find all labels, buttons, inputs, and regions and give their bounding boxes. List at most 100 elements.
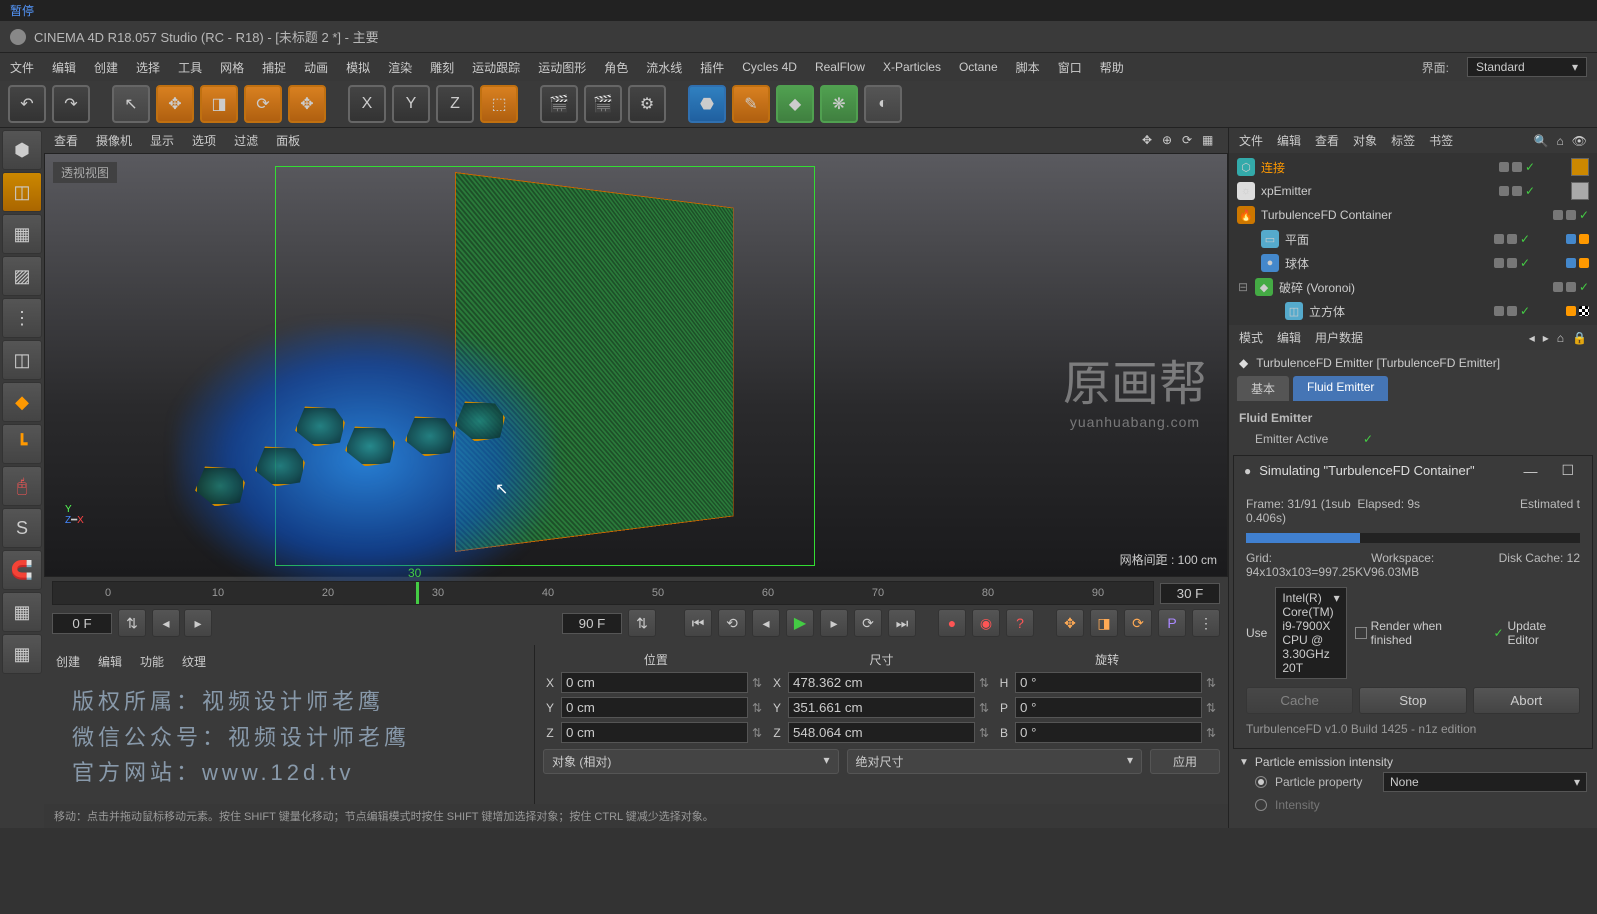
record-button[interactable]: ● — [938, 609, 966, 637]
key-pos-button[interactable]: ✥ — [1056, 609, 1084, 637]
loop-button[interactable]: ⟲ — [718, 609, 746, 637]
menu-motiontrack[interactable]: 运动跟踪 — [472, 59, 520, 76]
obj-sphere[interactable]: ● 球体 ✓ — [1237, 251, 1589, 275]
cache-button[interactable]: Cache — [1246, 687, 1353, 714]
edges-mode-button[interactable]: ◫ — [2, 340, 42, 380]
menu-mesh[interactable]: 网格 — [220, 59, 244, 76]
obj-voronoi[interactable]: ⊟ ◆ 破碎 (Voronoi) ✓ — [1237, 275, 1589, 299]
loop2-button[interactable]: ⟳ — [854, 609, 882, 637]
om-tab-tags[interactable]: 标签 — [1391, 132, 1415, 149]
playhead[interactable] — [416, 582, 419, 604]
menu-sculpt[interactable]: 雕刻 — [430, 59, 454, 76]
menu-tools[interactable]: 工具 — [178, 59, 202, 76]
particle-property-dropdown[interactable]: None▾ — [1383, 772, 1587, 792]
menu-mograph[interactable]: 运动图形 — [538, 59, 586, 76]
last-tool[interactable]: ✥ — [288, 85, 326, 123]
collapse-icon[interactable]: ⊟ — [1237, 280, 1249, 294]
attr-tab-edit[interactable]: 编辑 — [1277, 329, 1301, 346]
tag-icon[interactable] — [1579, 258, 1589, 268]
render-pv-button[interactable]: 🎬 — [584, 85, 622, 123]
range-spin2-icon[interactable]: ⇅ — [628, 609, 656, 637]
tag-icon[interactable] — [1566, 258, 1576, 268]
om-tab-file[interactable]: 文件 — [1239, 132, 1263, 149]
minimize-button[interactable]: — — [1515, 463, 1545, 479]
update-editor-checkbox[interactable]: ✓ — [1493, 626, 1503, 640]
tag-icon[interactable] — [1571, 182, 1589, 200]
apply-button[interactable]: 应用 — [1150, 749, 1220, 774]
menu-character[interactable]: 角色 — [604, 59, 628, 76]
menu-create[interactable]: 创建 — [94, 59, 118, 76]
key-rot-button[interactable]: ⟳ — [1124, 609, 1152, 637]
make-editable-button[interactable]: ⬢ — [2, 130, 42, 170]
size-x-input[interactable] — [788, 672, 975, 693]
axis-y-button[interactable]: Y — [392, 85, 430, 123]
pos-y-input[interactable] — [561, 697, 748, 718]
abort-button[interactable]: Abort — [1473, 687, 1580, 714]
range-spin-icon[interactable]: ⇅ — [118, 609, 146, 637]
tag-icon[interactable] — [1571, 158, 1589, 176]
menu-render[interactable]: 渲染 — [388, 59, 412, 76]
rotate-tool[interactable]: ⟳ — [244, 85, 282, 123]
home-icon[interactable]: ⌂ — [1557, 134, 1564, 148]
lock-icon[interactable]: 🔒 — [1572, 331, 1587, 345]
range-end-input[interactable] — [562, 613, 622, 634]
menu-edit[interactable]: 编辑 — [52, 59, 76, 76]
move-tool[interactable]: ✥ — [156, 85, 194, 123]
menu-plugins[interactable]: 插件 — [700, 59, 724, 76]
om-tab-view[interactable]: 查看 — [1315, 132, 1339, 149]
tweak-mode-button[interactable]: 🖰 — [2, 466, 42, 506]
workplane-button[interactable]: ▨ — [2, 256, 42, 296]
obj-xpemitter[interactable]: ☼ xpEmitter ✓ — [1237, 179, 1589, 203]
key-scale-button[interactable]: ◨ — [1090, 609, 1118, 637]
tag-icon[interactable] — [1579, 234, 1589, 244]
mat-tab-function[interactable]: 功能 — [140, 653, 164, 670]
menu-help[interactable]: 帮助 — [1100, 59, 1124, 76]
view-menu-camera[interactable]: 摄像机 — [96, 132, 132, 149]
view-nav-icon[interactable]: ✥ — [1142, 133, 1158, 149]
om-tab-edit[interactable]: 编辑 — [1277, 132, 1301, 149]
magnet-button[interactable]: 🧲 — [2, 550, 42, 590]
eye-icon[interactable]: 👁 — [1572, 134, 1587, 148]
intensity-radio[interactable] — [1255, 799, 1267, 811]
rot-b-input[interactable] — [1015, 722, 1202, 743]
scale-tool[interactable]: ◨ — [200, 85, 238, 123]
menu-animate[interactable]: 动画 — [304, 59, 328, 76]
select-tool[interactable]: ↖ — [112, 85, 150, 123]
om-tab-bookmarks[interactable]: 书签 — [1429, 132, 1453, 149]
next-frame-button[interactable]: ▸ — [820, 609, 848, 637]
axis-x-button[interactable]: X — [348, 85, 386, 123]
spline-button[interactable]: ✎ — [732, 85, 770, 123]
polygons-mode-button[interactable]: ◆ — [2, 382, 42, 422]
rot-p-input[interactable] — [1015, 697, 1202, 718]
key-help-button[interactable]: ? — [1006, 609, 1034, 637]
mat-tab-texture[interactable]: 纹理 — [182, 653, 206, 670]
cpu-dropdown[interactable]: Intel(R) Core(TM) i9-7900X CPU @ 3.30GHz… — [1275, 587, 1346, 679]
timeline-ruler[interactable]: 0 10 20 30 40 50 60 70 80 90 — [52, 581, 1154, 605]
obj-cube[interactable]: ◫ 立方体 ✓ — [1237, 299, 1589, 323]
viewport-3d[interactable]: 透视视图 原画帮 yuanhuabang.com Y Z━X ↖ 网格间距 : — [44, 153, 1228, 577]
maximize-button[interactable]: ☐ — [1553, 462, 1582, 479]
obj-connect[interactable]: ⬡ 连接 ✓ — [1237, 155, 1589, 179]
particle-property-radio[interactable] — [1255, 776, 1267, 788]
axis-z-button[interactable]: Z — [436, 85, 474, 123]
range-start-input[interactable] — [52, 613, 112, 634]
render-view-button[interactable]: 🎬 — [540, 85, 578, 123]
tag-icon[interactable] — [1566, 306, 1576, 316]
model-mode-button[interactable]: ◫ — [2, 172, 42, 212]
prev-icon[interactable]: ◂ — [1529, 331, 1535, 345]
menu-snap[interactable]: 捕捉 — [262, 59, 286, 76]
mat-tab-edit[interactable]: 编辑 — [98, 653, 122, 670]
menu-script[interactable]: 脚本 — [1016, 59, 1040, 76]
search-icon[interactable]: 🔍 — [1534, 134, 1549, 148]
up-icon[interactable]: ⌂ — [1557, 331, 1564, 345]
generator-button[interactable]: ◆ — [776, 85, 814, 123]
size-y-input[interactable] — [788, 697, 975, 718]
tile2-button[interactable]: ▦ — [2, 634, 42, 674]
menu-xparticles[interactable]: X-Particles — [883, 60, 941, 74]
pos-z-input[interactable] — [561, 722, 748, 743]
range-right-icon[interactable]: ▸ — [184, 609, 212, 637]
prev-frame-button[interactable]: ◂ — [752, 609, 780, 637]
coord-mode-dropdown[interactable]: 对象 (相对)▾ — [543, 749, 839, 774]
tag-icon[interactable] — [1579, 306, 1589, 316]
attr-tab-userdata[interactable]: 用户数据 — [1315, 329, 1363, 346]
